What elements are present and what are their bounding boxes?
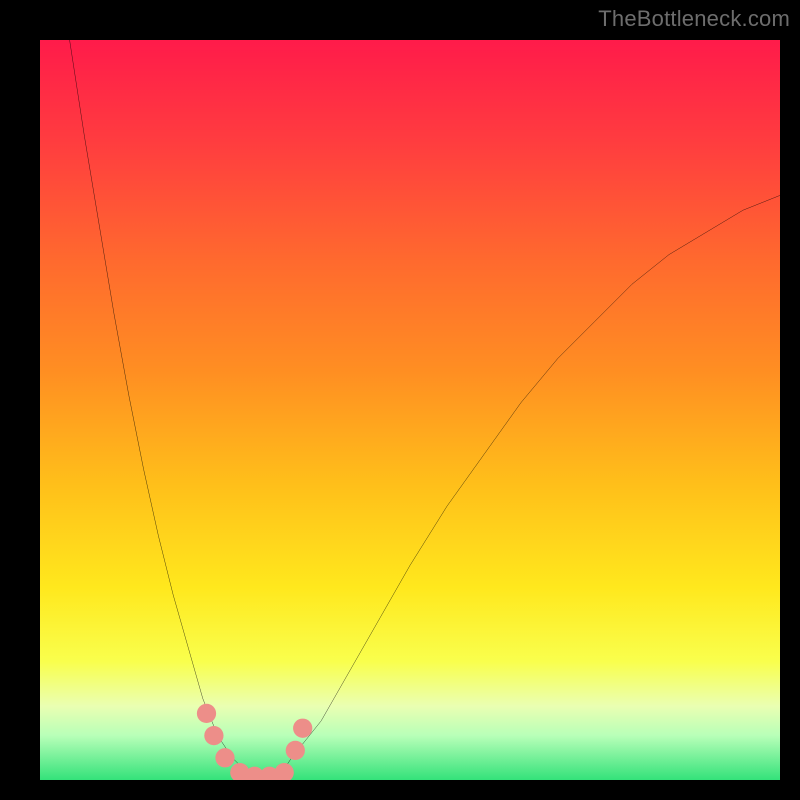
curve-marker bbox=[275, 763, 294, 780]
curve-marker bbox=[215, 748, 234, 767]
watermark-text: TheBottleneck.com bbox=[598, 6, 790, 32]
curve-marker bbox=[230, 763, 249, 780]
curve-marker bbox=[245, 767, 264, 780]
curve-marker bbox=[293, 719, 312, 738]
chart-frame: TheBottleneck.com bbox=[0, 0, 800, 800]
chart-svg bbox=[40, 40, 780, 780]
curve-path bbox=[70, 40, 780, 780]
curve-marker bbox=[286, 741, 305, 760]
chart-plot-area bbox=[40, 40, 780, 780]
curve-marker bbox=[204, 726, 223, 745]
curve-marker bbox=[197, 704, 216, 723]
marker-group bbox=[197, 704, 312, 780]
curve-marker bbox=[260, 767, 279, 780]
series-bottleneck-curve bbox=[70, 40, 780, 780]
